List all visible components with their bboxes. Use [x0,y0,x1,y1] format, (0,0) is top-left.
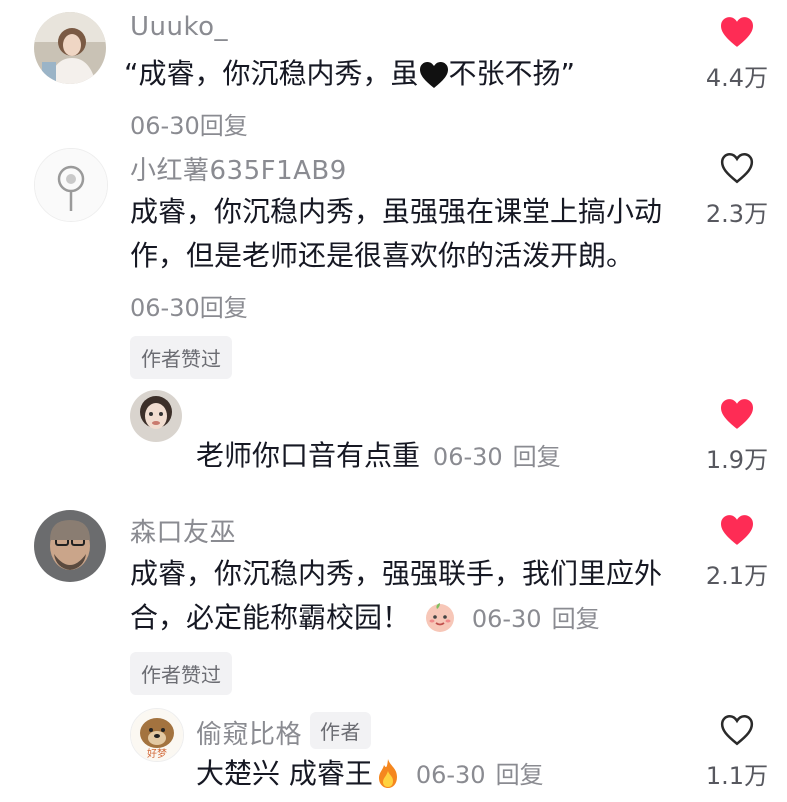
like-count: 2.1万 [705,562,769,590]
reply-text-line: 大楚兴 成睿王 06-30 回复 [196,752,544,802]
comment-meta: 06-30 回复 [416,761,544,789]
peach-emoji-icon [423,599,457,646]
comment-date: 06-30 [432,443,503,471]
avatar[interactable] [130,390,182,442]
comment-text-part: “成睿，你沉稳内秀，虽 [124,57,419,90]
comment-text-line: 合，必定能称霸校园！ 06-30 回复 [130,596,600,646]
comment-text: 大楚兴 成睿王 [196,757,373,790]
reply-button[interactable]: 回复 [513,443,561,471]
author-liked-badge: 作者赞过 [130,336,232,379]
username[interactable]: 森口友巫 [130,512,236,549]
like-count: 1.9万 [705,446,769,474]
reply-text-line: 老师你口音有点重 06-30 回复 [196,434,561,479]
username[interactable]: Uuuko_ [130,12,228,42]
reply-button[interactable]: 回复 [200,112,248,140]
comment-text: 老师你口音有点重 [196,439,421,472]
author-liked-badge: 作者赞过 [130,652,232,695]
like-button[interactable]: 2.3万 [692,152,782,229]
comment-date: 06-30 [415,761,486,789]
avatar-text: 好梦 [147,748,167,760]
comment-meta: 06-30 回复 [433,443,561,471]
avatar[interactable]: 好梦 [130,708,184,762]
avatar[interactable] [34,148,108,222]
comment-meta: 06-30回复 [130,106,248,141]
comment-date: 06-30 [130,112,200,140]
comment-text-line: 成睿，你沉稳内秀，虽强强在课堂上搞小动 [130,195,663,228]
reply-button[interactable]: 回复 [200,294,248,322]
heart-filled-icon [721,17,753,47]
heart-filled-icon [721,515,753,545]
like-button[interactable]: 1.9万 [692,398,782,475]
comment-date: 06-30 [130,294,200,322]
comment-meta: 06-30 回复 [472,605,600,633]
like-button[interactable]: 4.4万 [692,16,782,93]
comment-text: “成睿，你沉稳内秀，虽 不张不扬” [124,52,575,102]
fire-emoji-icon [375,757,401,802]
heart-filled-icon [721,399,753,429]
username[interactable]: 小红薯635F1AB9 [130,150,347,187]
username[interactable]: 偷窥比格 [196,720,302,750]
reply-button[interactable]: 回复 [496,761,544,789]
like-count: 1.1万 [705,762,769,790]
black-heart-icon [419,58,449,102]
comment-text-line: 成睿，你沉稳内秀，强强联手，我们里应外 [130,557,663,590]
like-button[interactable]: 1.1万 [692,714,782,791]
comment-text-part: 不张不扬” [448,57,576,90]
reply-button[interactable]: 回复 [552,605,600,633]
like-button[interactable]: 2.1万 [692,514,782,591]
like-count: 4.4万 [705,64,769,92]
comment-date: 06-30 [471,605,542,633]
author-tag: 作者 [310,712,372,749]
comment-meta: 06-30回复 [130,288,248,323]
username-line: 偷窥比格 作者 [196,712,372,751]
heart-outline-icon [720,153,754,184]
heart-outline-icon [720,715,754,746]
comment-text-line: 作，但是老师还是很喜欢你的活泼开朗。 [130,239,635,272]
avatar[interactable] [34,510,106,582]
avatar[interactable] [34,12,106,84]
comment-text-part: 合，必定能称霸校园！ [130,601,411,634]
like-count: 2.3万 [705,200,769,228]
